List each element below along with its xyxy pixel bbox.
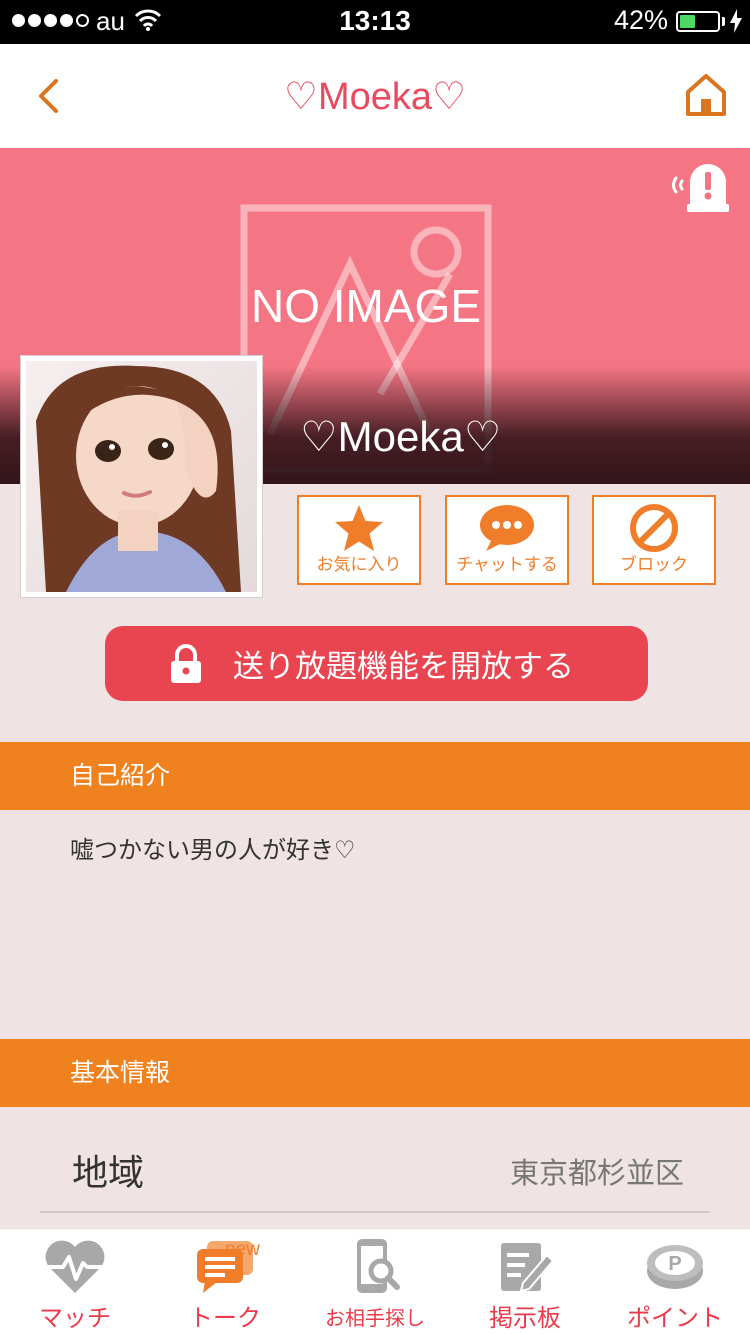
- info-value: 東京都杉並区: [509, 1156, 684, 1190]
- tab-label: トーク: [189, 1304, 261, 1332]
- tab-label: 掲示板: [489, 1304, 561, 1332]
- app-root: au 13:13 42% ♡Moeka♡ NO IMAGE ♡Moeka♡ お気…: [0, 0, 750, 1334]
- report-button[interactable]: [668, 160, 730, 214]
- tab-label: マッチ: [39, 1304, 111, 1332]
- intro-section-header: 自己紹介: [0, 742, 750, 810]
- info-label: 地域: [72, 1153, 145, 1194]
- tab-points[interactable]: P ポイント: [600, 1229, 750, 1334]
- avatar-photo: [26, 361, 257, 592]
- chat-bubble-icon: [480, 505, 534, 551]
- lock-icon: [171, 643, 201, 683]
- heart-pulse-icon: [45, 1240, 105, 1293]
- favorite-button[interactable]: お気に入り: [297, 495, 421, 585]
- svg-text:P: P: [668, 1253, 681, 1275]
- unlock-unlimited-button[interactable]: 送り放題機能を開放する: [105, 626, 648, 701]
- block-icon: [630, 504, 678, 552]
- phone-search-icon: [357, 1239, 400, 1293]
- navigation-bar: ♡Moeka♡: [0, 44, 750, 148]
- tab-label: ポイント: [627, 1304, 723, 1332]
- battery-icon: [676, 11, 720, 32]
- battery-percent: 42%: [613, 5, 668, 35]
- star-icon: [335, 505, 383, 551]
- tab-bar: マッチ new トーク お相手探し 掲示板 P ポイント: [0, 1228, 750, 1334]
- favorite-label: お気に入り: [316, 555, 402, 575]
- block-button[interactable]: ブロック: [592, 495, 716, 585]
- cover-display-name: ♡Moeka♡: [300, 413, 502, 460]
- tab-partner-search[interactable]: お相手探し: [300, 1229, 450, 1334]
- intro-text: 嘘つかない男の人が好き♡: [70, 836, 356, 864]
- point-coin-icon: P: [647, 1245, 703, 1289]
- home-icon: [686, 74, 726, 116]
- block-label: ブロック: [620, 555, 688, 575]
- board-edit-icon: [501, 1243, 555, 1293]
- alert-siren-icon: [672, 164, 729, 212]
- status-bar: au 13:13 42%: [0, 0, 750, 44]
- home-button[interactable]: [684, 72, 728, 120]
- tab-match[interactable]: マッチ: [0, 1229, 150, 1334]
- tab-label: お相手探し: [325, 1306, 425, 1330]
- tab-board[interactable]: 掲示板: [450, 1229, 600, 1334]
- chat-button[interactable]: チャットする: [445, 495, 569, 585]
- no-image-text: NO IMAGE: [251, 280, 481, 332]
- charging-bolt-icon: [730, 9, 742, 33]
- page-title: ♡Moeka♡: [283, 76, 467, 118]
- profile-avatar[interactable]: [20, 355, 263, 598]
- chat-label: チャットする: [456, 555, 558, 575]
- new-badge: new: [225, 1239, 260, 1260]
- info-row-region: 地域 東京都杉並区: [40, 1140, 710, 1213]
- unlock-label: 送り放題機能を開放する: [233, 649, 574, 685]
- basic-info-header: 基本情報: [0, 1039, 750, 1107]
- tab-talk[interactable]: new トーク: [150, 1229, 300, 1334]
